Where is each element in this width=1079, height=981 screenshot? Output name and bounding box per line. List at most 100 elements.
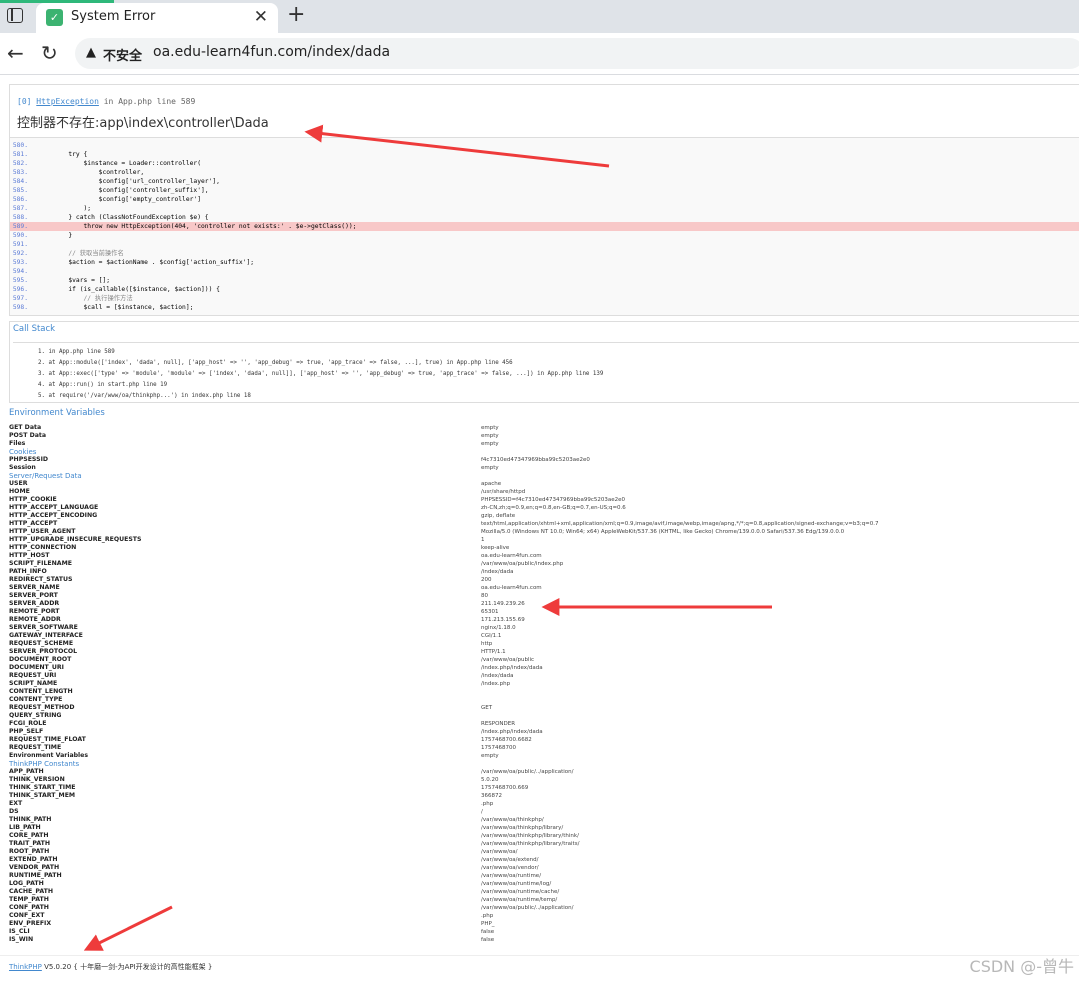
env-key: ThinkPHP Constants (9, 760, 80, 768)
env-value: /var/www/oa/thinkphp/ (481, 817, 544, 823)
env-value: /index.php/index/dada (481, 665, 543, 671)
env-row: Session empty (9, 464, 1079, 472)
env-row: ROOT_PATH/var/www/oa/ (9, 848, 1079, 856)
footer-brand: ThinkPHP V5.0.20 { 十年磨一剑-为API开发设计的高性能框架 … (9, 962, 212, 972)
env-row: LOG_PATH/var/www/oa/runtime/log/ (9, 880, 1079, 888)
env-row: THINK_PATH/var/www/oa/thinkphp/ (9, 816, 1079, 824)
env-key: PHP_SELF (9, 728, 44, 735)
env-key: DOCUMENT_URI (9, 664, 64, 671)
env-value: 1757468700.669 (481, 785, 529, 791)
address-bar[interactable]: ▲ 不安全 oa.edu-learn4fun.com/index/dada (75, 38, 1079, 69)
source-line: 581. try { (10, 150, 1079, 159)
env-row: SERVER_PORT 80 (9, 592, 1079, 600)
env-value: /var/www/oa/runtime/ (481, 873, 542, 879)
tab-system-error[interactable]: ✓ System Error ✕ (36, 3, 278, 33)
source-line: 597. // 执行操作方法 (10, 294, 1079, 303)
env-value: .php (481, 913, 494, 919)
env-key: REMOTE_ADDR (9, 616, 61, 623)
env-key: THINK_START_TIME (9, 784, 76, 791)
env-key: HTTP_USER_AGENT (9, 528, 76, 535)
env-row: Environment Variables empty (9, 752, 1079, 760)
warning-icon[interactable]: ▲ (86, 45, 96, 60)
footer-version: V5.0.20 (44, 963, 72, 971)
env-value: PHPSESSID=f4c7310ed47347969bba99c5203ae2… (481, 497, 626, 503)
env-row: SERVER_SOFTWARE nginx/1.18.0 (9, 624, 1079, 632)
env-value: HTTP/1.1 (481, 649, 506, 655)
thinkphp-link[interactable]: ThinkPHP (9, 963, 42, 971)
line-code: $config['controller_suffix'], (38, 187, 209, 194)
browser-toolbar: ← ↻ ▲ 不安全 oa.edu-learn4fun.com/index/dad… (0, 33, 1079, 75)
favicon-icon: ✓ (46, 9, 63, 26)
back-icon[interactable]: ← (7, 41, 24, 65)
exception-panel: [0] HttpException in App.php line 589 控制… (9, 84, 1079, 316)
env-row: HTTP_USER_AGENT Mozilla/5.0 (Windows NT 1… (9, 528, 1079, 536)
env-row: QUERY_STRING (9, 712, 1079, 720)
env-key: Session (9, 464, 36, 471)
env-value: /index/dada (481, 569, 514, 575)
env-value: /index.php/index/dada (481, 729, 543, 735)
line-number: 597. (12, 295, 28, 302)
url-text[interactable]: oa.edu-learn4fun.com/index/dada (153, 44, 390, 60)
source-line: 587. ); (10, 204, 1079, 213)
env-key: LIB_PATH (9, 824, 41, 831)
env-key: FCGI_ROLE (9, 720, 47, 727)
exception-message: 控制器不存在:app\index\controller\Dada (17, 116, 269, 131)
line-code: } catch (ClassNotFoundException $e) { (38, 214, 209, 221)
line-number: 592. (12, 250, 28, 257)
close-tab-icon[interactable]: ✕ (254, 7, 268, 27)
source-line: 596. if (is_callable([$instance, $action… (10, 285, 1079, 294)
env-value: false (481, 937, 495, 943)
env-value: PHP_ (481, 921, 495, 927)
env-value: RESPONDER (481, 721, 516, 727)
env-key: SCRIPT_NAME (9, 680, 58, 687)
line-number: 588. (12, 214, 28, 221)
sidebar-toggle-icon[interactable] (7, 8, 23, 23)
line-number: 584. (12, 178, 28, 185)
source-line: 584. $config['url_controller_layer'], (10, 177, 1079, 186)
line-number: 593. (12, 259, 28, 266)
env-key: Files (9, 440, 26, 447)
tab-title: System Error (71, 9, 156, 24)
env-row: HTTP_COOKIE PHPSESSID=f4c7310ed47347969bb… (9, 496, 1079, 504)
env-row: HTTP_HOST oa.edu-learn4fun.com (9, 552, 1079, 560)
env-row: LIB_PATH/var/www/oa/thinkphp/library/ (9, 824, 1079, 832)
env-value: CGI/1.1 (481, 633, 502, 639)
env-value: empty (481, 425, 499, 431)
env-row: SERVER_PROTOCOL HTTP/1.1 (9, 648, 1079, 656)
env-row: IS_WIN false (9, 936, 1079, 944)
env-value: oa.edu-learn4fun.com (481, 553, 542, 559)
env-value: .php (481, 801, 494, 807)
line-code: try { (38, 151, 88, 158)
env-row: USER apache (9, 480, 1079, 488)
env-row: HOME/usr/share/httpd (9, 488, 1079, 496)
env-row: ENV_PREFIX PHP_ (9, 920, 1079, 928)
line-number: 586. (12, 196, 28, 203)
new-tab-icon[interactable]: + (287, 2, 305, 27)
call-stack-item: 3. at App::exec(['type' => 'module', 'mo… (38, 371, 604, 377)
env-key: ROOT_PATH (9, 848, 50, 855)
env-value: empty (481, 433, 499, 439)
env-value: /var/www/oa/public/../application/ (481, 769, 574, 775)
env-key: PHPSESSID (9, 456, 49, 463)
reload-icon[interactable]: ↻ (41, 41, 58, 65)
env-row: CONTENT_LENGTH (9, 688, 1079, 696)
call-stack-item: 5. at require('/var/www/oa/thinkphp...')… (38, 393, 251, 399)
env-value: GET (481, 705, 493, 711)
call-stack-item: 4. at App::run() in start.php line 19 (38, 382, 168, 388)
env-key: HTTP_UPGRADE_INSECURE_REQUESTS (9, 536, 142, 543)
env-row: HTTP_CONNECTION keep-alive (9, 544, 1079, 552)
line-number: 596. (12, 286, 28, 293)
insecure-label[interactable]: 不安全 (103, 45, 142, 64)
env-key: ENV_PREFIX (9, 920, 52, 927)
env-row: REQUEST_SCHEME http (9, 640, 1079, 648)
browser-tabbar: ✓ System Error ✕ + (0, 0, 1079, 33)
env-key: VENDOR_PATH (9, 864, 60, 871)
source-line: 585. $config['controller_suffix'], (10, 186, 1079, 195)
env-row: TRAIT_PATH/var/www/oa/thinkphp/library/t… (9, 840, 1079, 848)
exception-class-link[interactable]: HttpException (36, 97, 99, 106)
env-key: GATEWAY_INTERFACE (9, 632, 83, 639)
env-table: GET Data empty POST Data empty Files empty Coo… (9, 424, 1079, 944)
source-line: 592. // 获取当前操作名 (10, 249, 1079, 258)
env-value: zh-CN,zh;q=0.9,en;q=0.8,en-GB;q=0.7,en-U… (481, 505, 626, 511)
env-row: THINK_VERSION 5.0.20 (9, 776, 1079, 784)
